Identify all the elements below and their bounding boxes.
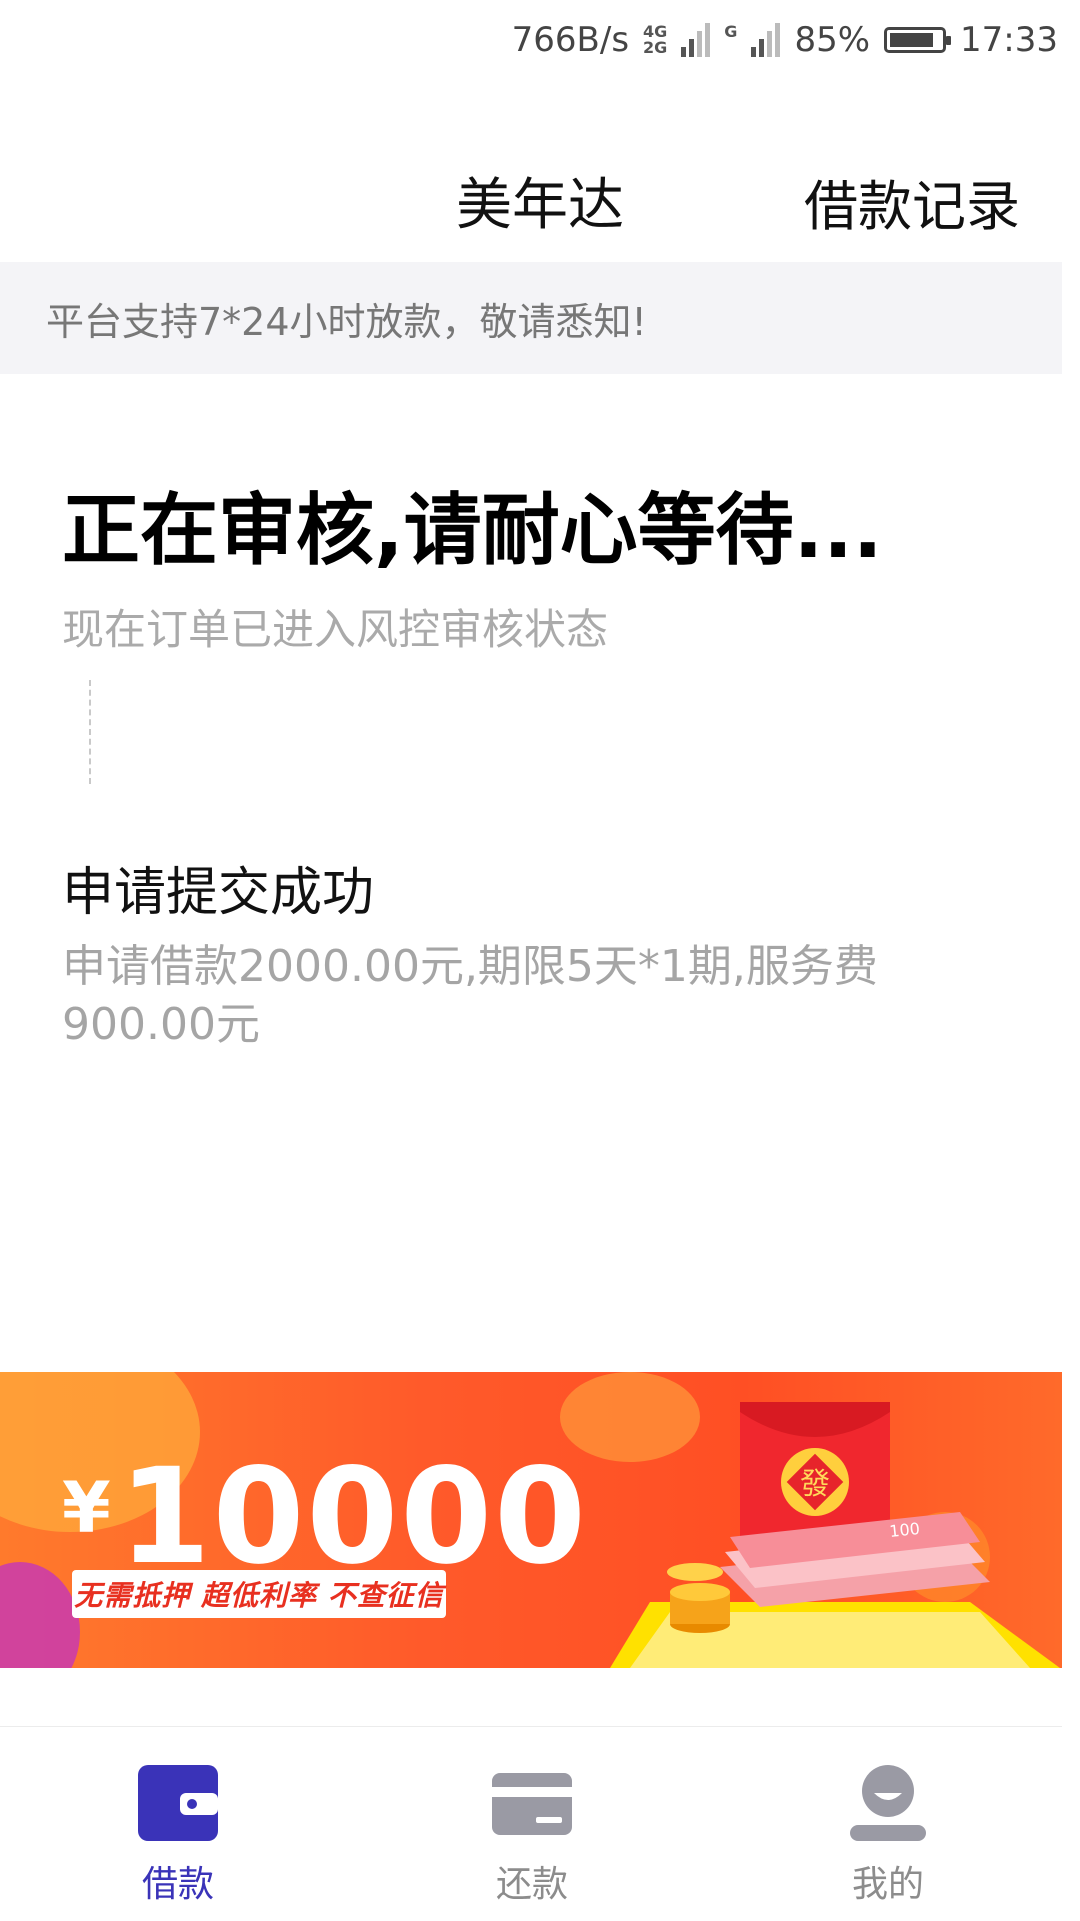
step-title: 申请提交成功: [62, 863, 375, 923]
banner-tagline: 无需抵押 超低利率 不查征信: [72, 1570, 446, 1618]
network-speed: 766B/s: [511, 20, 630, 60]
bottom-tab-bar: 借款 还款 我的: [0, 1726, 1062, 1921]
review-status-title: 正在审核,请耐心等待...: [62, 486, 883, 576]
status-bar: 766B/s 4G 2G G 85% 17:33: [0, 0, 1080, 80]
signal-icon-2: [751, 23, 781, 57]
user-icon: [850, 1765, 926, 1841]
network-type-label: 4G 2G: [643, 22, 668, 57]
review-status-subtitle: 现在订单已进入风控审核状态: [62, 605, 609, 654]
banner-amount: ¥10000: [62, 1440, 588, 1594]
clock: 17:33: [960, 20, 1058, 60]
notice-bar: 平台支持7*24小时放款，敬请悉知!: [0, 262, 1062, 374]
battery-percent: 85%: [794, 20, 871, 60]
network-type-2: G: [724, 22, 738, 41]
step-description: 申请借款2000.00元,期限5天*1期,服务费900.00元: [62, 941, 878, 1050]
tab-label: 还款: [495, 1864, 568, 1905]
signal-icon: [681, 23, 711, 57]
loan-records-link[interactable]: 借款记录: [804, 162, 1020, 241]
wallet-icon: [138, 1765, 218, 1841]
envelope-char: 發: [800, 1467, 830, 1502]
tab-repay[interactable]: 还款: [432, 1727, 632, 1921]
card-icon: [492, 1773, 572, 1835]
battery-icon: [884, 27, 952, 53]
app-header: 美年达 借款记录: [0, 150, 1080, 250]
tab-borrow[interactable]: 借款: [78, 1727, 278, 1921]
progress-connector: [89, 680, 91, 784]
tab-label: 我的: [851, 1864, 924, 1905]
money-illustration: 發 100: [610, 1402, 1060, 1668]
bill-note: 100: [888, 1519, 920, 1541]
tab-mine[interactable]: 我的: [788, 1727, 988, 1921]
promo-banner[interactable]: ¥10000 无需抵押 超低利率 不查征信 發 100: [0, 1372, 1062, 1668]
tab-label: 借款: [141, 1864, 214, 1905]
